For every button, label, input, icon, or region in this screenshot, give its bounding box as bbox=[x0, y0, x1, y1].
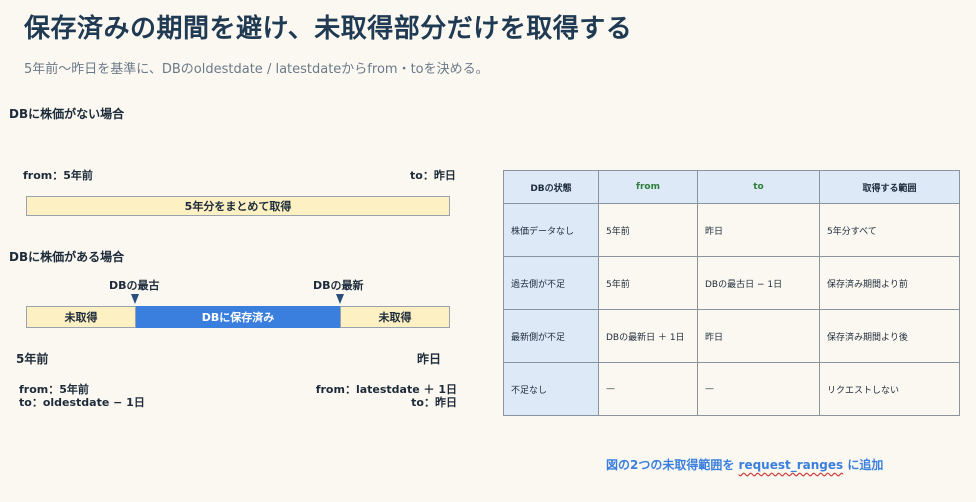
fetch-all-bar: 5年分をまとめて取得 bbox=[26, 196, 450, 216]
table-header-row: DBの状態 from to 取得する範囲 bbox=[503, 170, 960, 204]
db-oldest-label: DBの最古 bbox=[109, 279, 160, 292]
left-range-params: from：5年前 to：oldestdate − 1日 bbox=[19, 383, 145, 409]
header-to: to bbox=[697, 170, 820, 204]
timeline-start-label: 5年前 bbox=[16, 352, 49, 366]
note-prefix: 図の2つの未取得範囲を bbox=[606, 458, 739, 472]
cell-to: 昨日 bbox=[697, 203, 820, 257]
table-row: 過去側が不足 5年前 DBの最古日 − 1日 保存済み期間より前 bbox=[503, 256, 960, 310]
page-subtitle: 5年前〜昨日を基準に、DBのoldestdate / latestdateからf… bbox=[24, 62, 489, 77]
table-row: 最新側が不足 DBの最新日 ＋ 1日 昨日 保存済み期間より後 bbox=[503, 309, 960, 363]
cell-state: 株価データなし bbox=[503, 203, 599, 257]
note-code: request_ranges bbox=[738, 458, 844, 472]
note-suffix: に追加 bbox=[843, 458, 884, 472]
cell-range: 5年分すべて bbox=[819, 203, 960, 257]
unfetched-left-label: 未取得 bbox=[64, 311, 98, 324]
unfetched-right-segment: 未取得 bbox=[340, 306, 450, 328]
stored-segment: DBに保存済み bbox=[136, 306, 340, 328]
case-present-heading: DBに株価がある場合 bbox=[9, 250, 125, 264]
left-range-from: from：5年前 bbox=[19, 383, 89, 396]
cell-from: — bbox=[598, 362, 698, 416]
table-row: 株価データなし 5年前 昨日 5年分すべて bbox=[503, 203, 960, 257]
fetch-all-bar-label: 5年分をまとめて取得 bbox=[184, 200, 292, 213]
unfetched-right-label: 未取得 bbox=[378, 311, 412, 324]
header-from: from bbox=[598, 170, 698, 204]
right-range-from: from：latestdate ＋ 1日 bbox=[315, 383, 457, 396]
cell-range: リクエストしない bbox=[819, 362, 960, 416]
unfetched-left-segment: 未取得 bbox=[26, 306, 136, 328]
right-range-to: to：昨日 bbox=[411, 396, 457, 409]
case-empty-from-label: from：5年前 bbox=[23, 169, 93, 182]
header-db-state: DBの状態 bbox=[503, 170, 599, 204]
cell-range: 保存済み期間より後 bbox=[819, 309, 960, 363]
timeline-end-label: 昨日 bbox=[417, 352, 442, 366]
table-row: 不足なし — — リクエストしない bbox=[503, 362, 960, 416]
db-oldest-arrow-icon bbox=[131, 294, 139, 304]
right-range-params: from：latestdate ＋ 1日 to：昨日 bbox=[316, 383, 457, 409]
cell-from: 5年前 bbox=[598, 203, 698, 257]
cell-to: — bbox=[697, 362, 820, 416]
db-latest-label: DBの最新 bbox=[313, 279, 364, 292]
request-ranges-note: 図の2つの未取得範囲を request_ranges に追加 bbox=[606, 456, 883, 473]
cell-range: 保存済み期間より前 bbox=[819, 256, 960, 310]
cell-state: 過去側が不足 bbox=[503, 256, 599, 310]
cell-state: 最新側が不足 bbox=[503, 309, 599, 363]
left-range-to: to：oldestdate − 1日 bbox=[19, 396, 145, 409]
cell-from: DBの最新日 ＋ 1日 bbox=[598, 309, 698, 363]
page-title: 保存済みの期間を避け、未取得部分だけを取得する bbox=[24, 14, 633, 44]
stored-segment-label: DBに保存済み bbox=[201, 311, 275, 324]
db-latest-arrow-icon bbox=[336, 294, 344, 304]
cell-from: 5年前 bbox=[598, 256, 698, 310]
cell-to: 昨日 bbox=[697, 309, 820, 363]
range-decision-table: DBの状態 from to 取得する範囲 株価データなし 5年前 昨日 5年分す… bbox=[503, 170, 960, 416]
case-empty-heading: DBに株価がない場合 bbox=[9, 107, 125, 121]
case-empty-to-label: to：昨日 bbox=[410, 169, 456, 182]
cell-to: DBの最古日 − 1日 bbox=[697, 256, 820, 310]
cell-state: 不足なし bbox=[503, 362, 599, 416]
header-fetch-range: 取得する範囲 bbox=[819, 170, 960, 204]
